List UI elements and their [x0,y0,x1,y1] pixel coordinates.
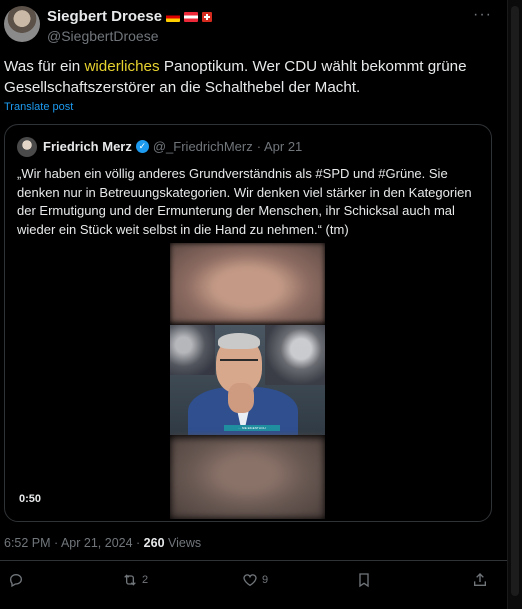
quoted-post-date[interactable]: · Apr 21 [257,139,303,154]
austria-flag-icon [184,11,199,22]
quoted-post-text: „Wir haben ein völlig anderes Grundverst… [17,166,472,237]
post: Siegbert Droese @SiegbertDroese ··· Was … [0,0,508,609]
action-bar: 2 9 [0,572,508,600]
verified-badge-icon: ✓ [135,140,149,153]
video-background-decoration [265,325,325,385]
video-blurred-bottom [170,437,325,519]
share-icon [474,573,486,586]
scrollbar-thumb[interactable] [511,6,519,596]
post-meta: 6:52 PM · Apr 21, 2024 · 260 Views [4,536,201,550]
author-handle[interactable]: @SiegbertDroese [47,28,159,44]
reply-button[interactable] [8,572,28,588]
quoted-author-name[interactable]: Friedrich Merz [43,139,132,154]
post-text-start: Was für ein [4,58,85,75]
germany-flag-icon [166,11,181,22]
share-button[interactable] [472,572,488,588]
post-text: Was für ein widerliches Panoptikum. Wer … [4,56,494,98]
bookmark-icon [359,573,369,588]
video-caption: ... NIE EIGENTLICH [224,425,280,431]
like-button[interactable]: 9 [242,572,268,588]
repost-icon [124,574,136,586]
divider [0,560,508,561]
quoted-author-handle[interactable]: @_FriedrichMerz [153,139,253,154]
author-name-row[interactable]: Siegbert Droese [47,8,213,25]
switzerland-flag-icon [202,11,213,22]
video-blurred-top [170,243,325,323]
scrollbar[interactable] [507,0,522,609]
video-player[interactable]: ... NIE EIGENTLICH [170,243,325,519]
views-count: 260 [143,536,165,550]
video-background-decoration-left [170,325,215,375]
post-timestamp[interactable]: 6:52 PM · Apr 21, 2024 · [4,536,144,550]
repost-button[interactable]: 2 [122,572,148,588]
like-count: 9 [262,574,269,586]
video-duration: 0:50 [19,493,42,505]
quoted-post-header: Friedrich Merz ✓ @_FriedrichMerz · Apr 2… [43,139,302,154]
quoted-author-avatar[interactable] [17,137,37,157]
repost-count: 2 [142,574,149,586]
author-avatar[interactable] [4,6,40,42]
video-frame: ... NIE EIGENTLICH [170,325,325,435]
post-text-highlight: widerliches [84,58,160,75]
quoted-post[interactable]: Friedrich Merz ✓ @_FriedrichMerz · Apr 2… [4,124,492,522]
speaker-glasses [220,359,258,371]
more-options-icon[interactable]: ··· [473,6,492,24]
heart-icon [243,574,257,587]
speaker-hair [218,333,260,349]
views-label: Views [164,536,202,550]
translate-post-link[interactable]: Translate post [4,101,73,113]
author-name[interactable]: Siegbert Droese [47,8,162,25]
bookmark-button[interactable] [356,572,372,588]
reply-icon [9,573,23,588]
speaker-hand [228,383,254,413]
